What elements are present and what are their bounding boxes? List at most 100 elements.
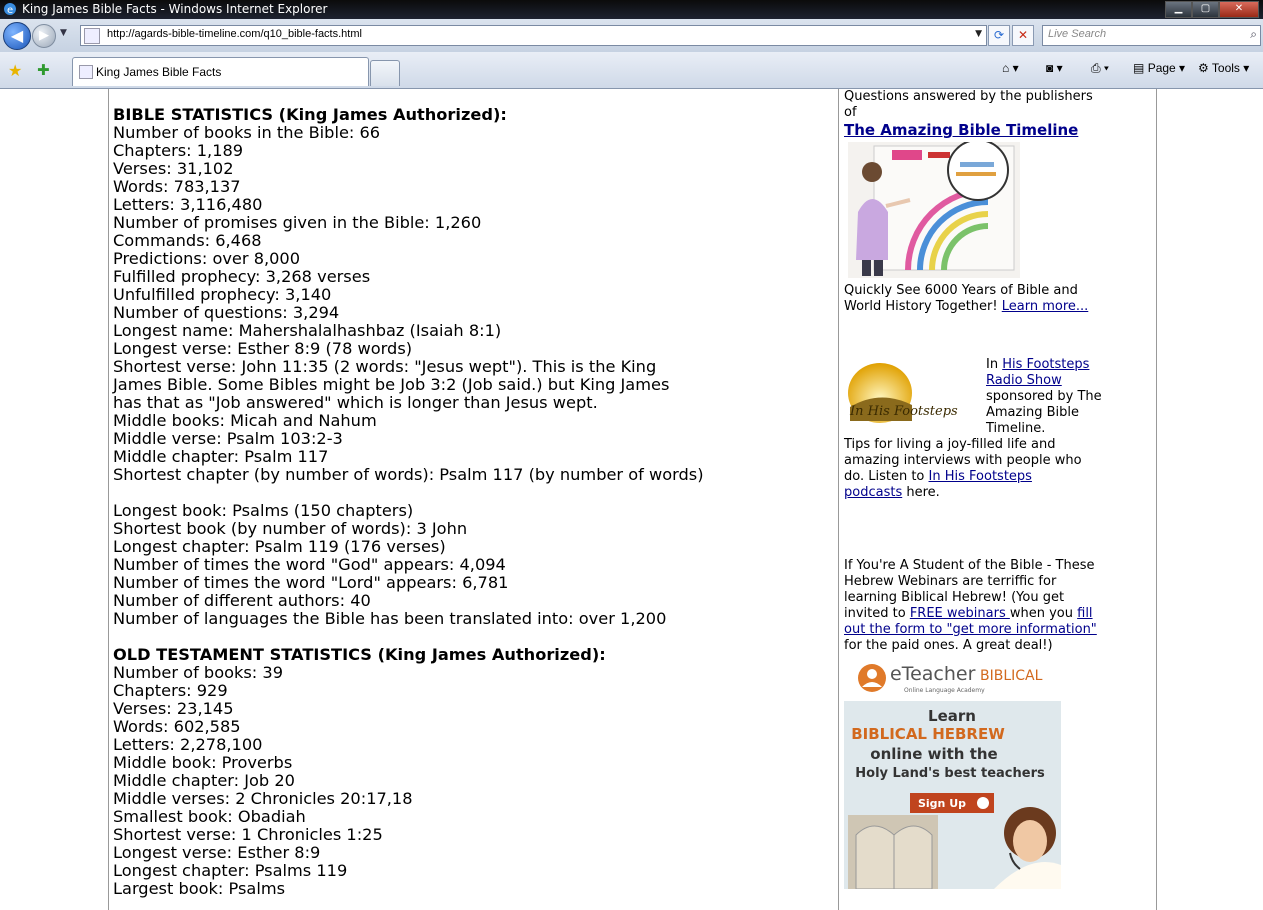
page-menu-label: Page — [1147, 61, 1176, 75]
eteacher-ad-graphic: eTeacher BIBLICAL Online Language Academ… — [844, 655, 1061, 890]
bible-stat-line: Middle verse: Psalm 103:2-3 — [113, 429, 343, 448]
bible-stat-line: Number of times the word "God" appears: … — [113, 555, 506, 574]
navigation-bar: ◀ ▶ ▼ http://agards-bible-timeline.com/q… — [0, 19, 1263, 52]
favorites-star-icon[interactable]: ★ — [8, 61, 22, 80]
ot-stat-line: Largest book: Psalms — [113, 879, 286, 898]
ot-stat-line: Words: 602,585 — [113, 717, 241, 736]
new-tab-button[interactable] — [370, 60, 400, 86]
in-his-footsteps-logo[interactable]: In His Footsteps — [846, 359, 982, 429]
refresh-button[interactable]: ⟳ — [988, 25, 1010, 46]
bible-stat-line: Number of books in the Bible: 66 — [113, 123, 381, 142]
bible-timeline-image[interactable] — [848, 142, 1020, 278]
ad-brand-1: eTeacher — [890, 663, 976, 685]
bible-stat-line: Middle books: Micah and Nahum — [113, 411, 377, 430]
middle-divider — [838, 89, 839, 910]
gear-icon: ⚙ — [1198, 61, 1209, 75]
close-window-button[interactable]: ✕ — [1219, 1, 1259, 18]
tab-bar: ★ ✚ King James Bible Facts ⌂ ▾ ◙ ▾ ⎙ ▾ ▤… — [0, 52, 1263, 89]
footsteps-text: In His Footsteps Radio Show sponsored by… — [986, 357, 1106, 437]
bible-stat-line: Number of promises given in the Bible: 1… — [113, 213, 482, 232]
tools-menu-label: Tools — [1211, 61, 1240, 75]
minimize-button[interactable]: ▁ — [1165, 1, 1192, 18]
page-content: BIBLE STATISTICS (King James Authorized)… — [0, 89, 1263, 910]
ad-hebrew: BIBLICAL HEBREW — [851, 725, 1005, 743]
search-box[interactable]: Live Search ⌕ — [1042, 25, 1261, 46]
ot-stat-line: Number of books: 39 — [113, 663, 284, 682]
tools-menu[interactable]: ⚙ Tools ▾ — [1198, 61, 1249, 75]
feeds-icon[interactable]: ◙ ▾ — [1046, 61, 1063, 75]
ot-stat-line: Smallest book: Obadiah — [113, 807, 306, 826]
bible-stat-line: Longest book: Psalms (150 chapters) — [113, 501, 414, 520]
bible-stat-line: Letters: 3,116,480 — [113, 195, 263, 214]
ie-logo-icon: e — [4, 3, 16, 16]
bible-stat-line: has that as "Job answered" which is long… — [113, 393, 598, 412]
bible-stat-line: Longest verse: Esther 8:9 (78 words) — [113, 339, 413, 358]
address-bar[interactable]: http://agards-bible-timeline.com/q10_bib… — [80, 25, 987, 46]
window-controls: ▁ ▢ ✕ — [1165, 1, 1259, 18]
tips-text: Tips for living a joy-filled life and am… — [844, 437, 1094, 501]
window-title: King James Bible Facts - Windows Interne… — [22, 2, 328, 16]
forward-button[interactable]: ▶ — [32, 24, 56, 48]
back-button[interactable]: ◀ — [3, 22, 31, 50]
ad-teachers: Holy Land's best teachers — [855, 766, 1045, 781]
ad-brand-2: BIBLICAL — [980, 668, 1043, 684]
title-bar: e King James Bible Facts - Windows Inter… — [0, 0, 1263, 19]
right-divider — [1156, 89, 1157, 910]
bible-stat-line: Longest name: Mahershalalhashbaz (Isaiah… — [113, 321, 502, 340]
bible-stat-line: Commands: 6,468 — [113, 231, 262, 250]
bible-stat-line: Shortest chapter (by number of words): P… — [113, 465, 704, 484]
stop-button[interactable]: ✕ — [1012, 25, 1034, 46]
bible-stat-line: Fulfilled prophecy: 3,268 verses — [113, 267, 371, 286]
bible-stats-list: Number of books in the Bible: 66 Chapters… — [113, 124, 833, 484]
bible-stat-line: Chapters: 1,189 — [113, 141, 244, 160]
page-menu-icon: ▤ — [1133, 61, 1145, 75]
eteacher-ad[interactable]: eTeacher BIBLICAL Online Language Academ… — [844, 655, 1061, 890]
main-content: BIBLE STATISTICS (King James Authorized)… — [113, 106, 833, 898]
address-dropdown-icon[interactable]: ▼ — [975, 29, 982, 39]
bible-stat-line: Middle chapter: Psalm 117 — [113, 447, 329, 466]
search-icon[interactable]: ⌕ — [1250, 27, 1257, 42]
in-text: In — [986, 357, 1003, 372]
bible-stat-line: Verses: 31,102 — [113, 159, 234, 178]
ad-tagline: Online Language Academy — [904, 687, 985, 694]
bible-stat-line: Longest chapter: Psalm 119 (176 verses) — [113, 537, 446, 556]
ad-learn: Learn — [928, 707, 976, 725]
ad-online: online with the — [870, 745, 997, 763]
home-icon[interactable]: ⌂ ▾ — [1002, 61, 1019, 75]
ot-stat-line: Middle chapter: Job 20 — [113, 771, 295, 790]
sponsored-text: sponsored by The Amazing Bible Timeline. — [986, 389, 1102, 436]
maximize-button[interactable]: ▢ — [1192, 1, 1219, 18]
ot-stat-line: Letters: 2,278,100 — [113, 735, 263, 754]
ad-signup-label: Sign Up — [918, 797, 966, 810]
bible-stat-line: Shortest book (by number of words): 3 Jo… — [113, 519, 468, 538]
left-divider — [108, 89, 109, 910]
tab-active[interactable]: King James Bible Facts — [72, 57, 369, 86]
add-favorite-icon[interactable]: ✚ — [37, 61, 50, 79]
his-footsteps-link[interactable]: His Footsteps Radio Show — [986, 357, 1089, 388]
free-webinars-link[interactable]: FREE webinars — [910, 606, 1010, 621]
ot-stat-line: Longest verse: Esther 8:9 — [113, 843, 321, 862]
when-you-text: when you — [1009, 606, 1078, 621]
bible-stats-list-2: Longest book: Psalms (150 chapters) Short… — [113, 502, 833, 628]
ot-stats-heading: OLD TESTAMENT STATISTICS (King James Aut… — [113, 645, 606, 664]
timeline-description: Quickly See 6000 Years of Bible and Worl… — [844, 283, 1106, 315]
recent-pages-dropdown[interactable]: ▼ — [60, 28, 67, 38]
bible-stat-line: Unfulfilled prophecy: 3,140 — [113, 285, 332, 304]
tab-label: King James Bible Facts — [96, 65, 222, 79]
learn-more-link[interactable]: Learn more... — [1002, 299, 1089, 314]
logo-lettering: In His Footsteps — [849, 404, 958, 419]
bible-stat-line: Number of times the word "Lord" appears:… — [113, 573, 509, 592]
bible-stat-line: Number of languages the Bible has been t… — [113, 609, 667, 628]
page-menu[interactable]: ▤ Page ▾ — [1133, 61, 1185, 75]
bible-stats-heading: BIBLE STATISTICS (King James Authorized)… — [113, 105, 507, 124]
address-url[interactable]: http://agards-bible-timeline.com/q10_bib… — [107, 28, 362, 40]
timeline-link[interactable]: The Amazing Bible Timeline — [844, 121, 1078, 139]
ot-stat-line: Middle verses: 2 Chronicles 20:17,18 — [113, 789, 413, 808]
bible-stat-line: Number of questions: 3,294 — [113, 303, 340, 322]
print-icon[interactable]: ⎙ ▾ — [1091, 61, 1109, 76]
ot-stat-line: Chapters: 929 — [113, 681, 228, 700]
sidebar-intro: Questions answered by the publishers of — [844, 89, 1093, 120]
ot-stat-line: Verses: 23,145 — [113, 699, 234, 718]
